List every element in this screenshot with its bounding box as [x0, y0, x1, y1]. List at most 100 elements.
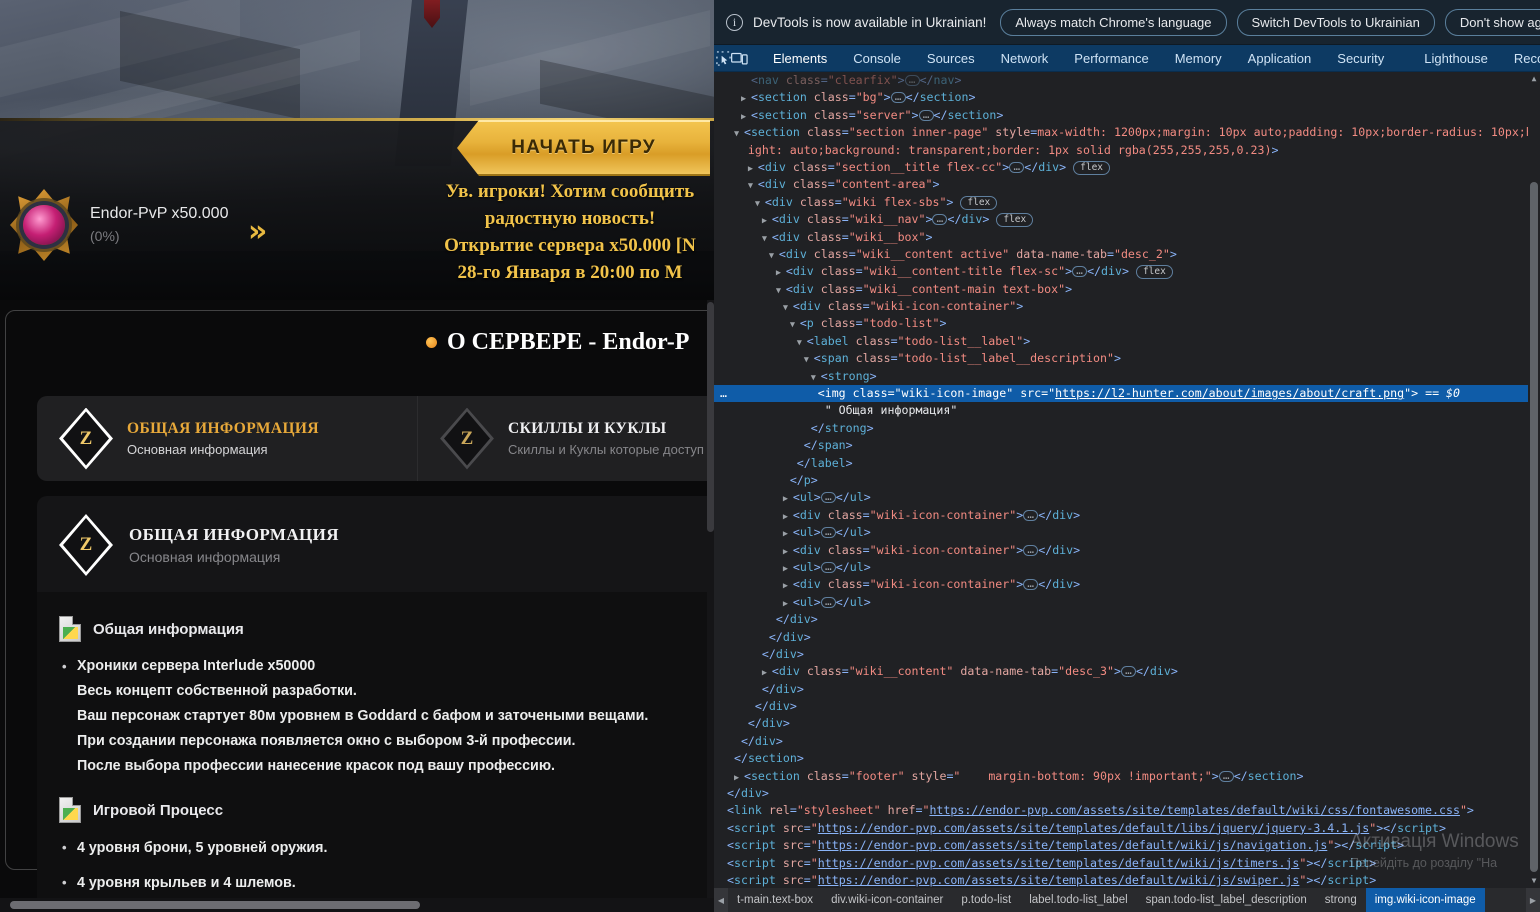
- scroll-rhombus-icon: Z: [59, 407, 113, 470]
- tab-sources[interactable]: Sources: [914, 45, 988, 72]
- script-src-link[interactable]: https://endor-pvp.com/assets/site/templa…: [818, 873, 1300, 887]
- scrollbar-thumb[interactable]: [707, 302, 714, 532]
- dom-node[interactable]: <div class="content-area">: [714, 176, 1540, 193]
- scrollbar-thumb[interactable]: [1530, 182, 1538, 872]
- tab-recorder[interactable]: Recorder: [1501, 45, 1540, 72]
- dom-node[interactable]: <div class="wiki__content-title flex-sc"…: [714, 263, 1540, 280]
- dom-node[interactable]: <div class="wiki-icon-container">: [714, 298, 1540, 315]
- breadcrumb-scroll-right-icon[interactable]: ▶: [1526, 888, 1540, 912]
- script-src-link[interactable]: https://endor-pvp.com/assets/site/templa…: [818, 821, 1369, 835]
- dom-node[interactable]: </div>: [714, 681, 1540, 698]
- rhombus-glyph: Z: [460, 427, 474, 449]
- img-src-link[interactable]: https://l2-hunter.com/about/images/about…: [1055, 386, 1404, 400]
- dom-node[interactable]: </strong>: [714, 420, 1540, 437]
- dom-node[interactable]: <section class="server">…</section>: [714, 107, 1540, 124]
- inspect-element-icon[interactable]: [716, 46, 731, 72]
- dom-tree[interactable]: <nav class="clearfix">…</nav> <section c…: [714, 72, 1540, 888]
- dom-node[interactable]: <script src="https://endor-pvp.com/asset…: [714, 820, 1540, 837]
- dom-node[interactable]: <div class="wiki__content active" data-n…: [714, 246, 1540, 263]
- dom-node[interactable]: </div>: [714, 629, 1540, 646]
- tab-lighthouse[interactable]: Lighthouse: [1411, 45, 1501, 72]
- always-match-language-button[interactable]: Always match Chrome's language: [1000, 8, 1227, 36]
- dom-node[interactable]: <p class="todo-list">: [714, 315, 1540, 332]
- flex-badge[interactable]: flex: [1135, 265, 1173, 280]
- list-item-text: Ваш персонаж стартует 80м уровнем в Godd…: [77, 708, 649, 724]
- start-game-button[interactable]: НАЧАТЬ ИГРУ: [457, 120, 710, 176]
- breadcrumb-item[interactable]: p.todo-list: [952, 888, 1020, 912]
- dom-node[interactable]: <ul>…</ul>: [714, 559, 1540, 576]
- breadcrumb-scroll-left-icon[interactable]: ◀: [714, 888, 728, 912]
- dom-node[interactable]: </div>: [714, 733, 1540, 750]
- devtools-vertical-scrollbar[interactable]: ▲ ▼: [1528, 72, 1540, 888]
- tab-console[interactable]: Console: [840, 45, 914, 72]
- dom-node[interactable]: </label>: [714, 455, 1540, 472]
- dom-node[interactable]: </span>: [714, 437, 1540, 454]
- switch-to-ukrainian-button[interactable]: Switch DevTools to Ukrainian: [1236, 8, 1435, 36]
- dom-node[interactable]: <link rel="stylesheet" href="https://end…: [714, 802, 1540, 819]
- breadcrumb-item[interactable]: label.todo-list_label: [1020, 888, 1136, 912]
- script-src-link[interactable]: https://endor-pvp.com/assets/site/templa…: [818, 856, 1300, 870]
- scroll-up-icon[interactable]: ▲: [1528, 72, 1540, 86]
- dont-show-again-button[interactable]: Don't show again: [1444, 8, 1540, 36]
- dom-node[interactable]: <div class="section__title flex-cc">…</d…: [714, 159, 1540, 176]
- dom-node[interactable]: <label class="todo-list__label">: [714, 333, 1540, 350]
- dom-node[interactable]: <span class="todo-list__label__descripti…: [714, 350, 1540, 367]
- flex-badge[interactable]: flex: [960, 195, 998, 210]
- dom-node[interactable]: <ul>…</ul>: [714, 594, 1540, 611]
- dom-node[interactable]: <div class="wiki flex-sbs"> flex: [714, 194, 1540, 211]
- dom-node[interactable]: <ul>…</ul>: [714, 489, 1540, 506]
- dom-node[interactable]: <div class="wiki-icon-container">…</div>: [714, 507, 1540, 524]
- scrollbar-thumb[interactable]: [10, 901, 420, 909]
- dom-breadcrumb-bar[interactable]: ◀ t-main.text-box div.wiki-icon-containe…: [714, 888, 1540, 912]
- dom-node[interactable]: <script src="https://endor-pvp.com/asset…: [714, 855, 1540, 872]
- breadcrumb-item[interactable]: t-main.text-box: [728, 888, 822, 912]
- script-src-link[interactable]: https://endor-pvp.com/assets/site/templa…: [818, 838, 1328, 852]
- flex-badge[interactable]: flex: [1073, 160, 1111, 175]
- dom-node[interactable]: <div class="wiki__content" data-name-tab…: [714, 663, 1540, 680]
- dom-node[interactable]: </section>: [714, 750, 1540, 767]
- dom-node[interactable]: </div>: [714, 698, 1540, 715]
- dom-node[interactable]: </div>: [714, 785, 1540, 802]
- dom-node[interactable]: <div class="wiki-icon-container">…</div>: [714, 576, 1540, 593]
- page-horizontal-scrollbar[interactable]: [0, 898, 714, 912]
- tab-elements[interactable]: Elements: [760, 45, 840, 72]
- chevron-right-icon[interactable]: »: [248, 214, 267, 249]
- breadcrumb-item[interactable]: span.todo-list_label_description: [1137, 888, 1316, 912]
- breadcrumb-item[interactable]: strong: [1316, 888, 1366, 912]
- dom-node[interactable]: <strong>: [714, 368, 1540, 385]
- stylesheet-href-link[interactable]: https://endor-pvp.com/assets/site/templa…: [929, 803, 1459, 817]
- dom-node[interactable]: <ul>…</ul>: [714, 524, 1540, 541]
- dom-text-node[interactable]: " Общая информация": [714, 402, 1540, 419]
- dom-node[interactable]: </div>: [714, 715, 1540, 732]
- dom-node[interactable]: </div>: [714, 611, 1540, 628]
- dom-node[interactable]: </div>: [714, 646, 1540, 663]
- tab-memory[interactable]: Memory: [1162, 45, 1235, 72]
- tab-security[interactable]: Security: [1324, 45, 1397, 72]
- dom-node-selected[interactable]: … <img class="wiki-icon-image" src="http…: [714, 385, 1540, 403]
- dom-node[interactable]: </p>: [714, 472, 1540, 489]
- wiki-nav-item-skills[interactable]: Z СКИЛЛЫ И КУКЛЫ Скиллы и Куклы которые …: [418, 396, 714, 481]
- breadcrumb-item-selected[interactable]: img.wiki-icon-image: [1365, 888, 1485, 912]
- tab-application[interactable]: Application: [1235, 45, 1325, 72]
- dom-node[interactable]: <nav class="clearfix">… </nav>: [714, 72, 1540, 89]
- breadcrumb-item[interactable]: div.wiki-icon-container: [822, 888, 952, 912]
- tab-network[interactable]: Network: [988, 45, 1062, 72]
- dom-node[interactable]: <div class="wiki-icon-container">…</div>: [714, 542, 1540, 559]
- flex-badge[interactable]: flex: [996, 213, 1034, 228]
- dom-node[interactable]: <section class="bg">…</section>: [714, 89, 1540, 106]
- scroll-down-icon[interactable]: ▼: [1528, 874, 1540, 888]
- dom-node[interactable]: <section class="footer" style=" margin-b…: [714, 768, 1540, 785]
- nav-item-title: СКИЛЛЫ И КУКЛЫ: [508, 419, 667, 437]
- device-toolbar-icon[interactable]: [731, 46, 748, 72]
- server-selector[interactable]: Endor-PvP x50.000 (0%) »: [0, 181, 420, 277]
- page-vertical-scrollbar[interactable]: [707, 300, 714, 898]
- list-item: Хроники сервера Interlude x50000 Весь ко…: [59, 654, 714, 779]
- wiki-nav-item-general[interactable]: Z ОБЩАЯ ИНФОРМАЦИЯ Основная информация: [37, 396, 418, 481]
- dom-node[interactable]: <script src="https://endor-pvp.com/asset…: [714, 872, 1540, 888]
- dom-node[interactable]: <div class="wiki__box">: [714, 229, 1540, 246]
- dom-node[interactable]: <script src="https://endor-pvp.com/asset…: [714, 837, 1540, 854]
- tab-performance[interactable]: Performance: [1061, 45, 1161, 72]
- dom-node[interactable]: <div class="wiki__nav">…</div> flex: [714, 211, 1540, 228]
- dom-node[interactable]: <section class="section inner-page" styl…: [714, 124, 1540, 141]
- dom-node[interactable]: <div class="wiki__content-main text-box"…: [714, 281, 1540, 298]
